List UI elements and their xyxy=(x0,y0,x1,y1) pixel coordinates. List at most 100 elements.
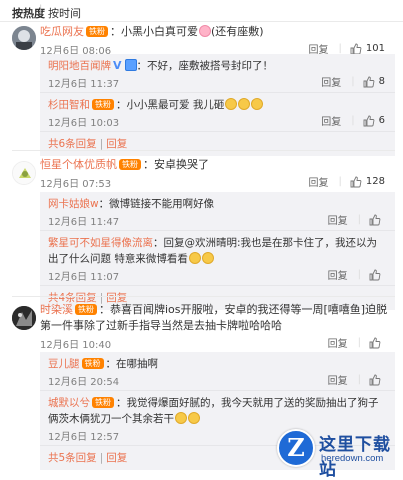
avatar[interactable] xyxy=(12,26,36,50)
thumbs-up-icon[interactable] xyxy=(369,269,381,281)
comment-suffix: (还有座敷) xyxy=(211,25,264,38)
reply-meta: 12月6日 10:03 回复 | 6 xyxy=(48,113,385,129)
comment-username[interactable]: 恒星个体优质帆 xyxy=(40,158,117,171)
reply-button[interactable]: 回复 xyxy=(328,372,348,387)
more-replies: 共6条回复 | 回复 xyxy=(48,138,128,150)
reply-username[interactable]: 豆儿腿 xyxy=(48,358,80,370)
more-reply-button[interactable]: 回复 xyxy=(106,138,127,150)
thumbs-up-icon[interactable] xyxy=(369,374,381,386)
like-count: 128 xyxy=(365,176,385,187)
like-count: 6 xyxy=(378,115,385,126)
comment-text: 吃瓜网友 铁粉 ：小黑小白真可爱 (还有座敷) xyxy=(40,24,395,40)
reply-item: 繁星可不如星得像流离：回复@欢洲晴明:我也是在那卡住了，我还以为出了什么问题 特… xyxy=(40,231,395,286)
reply-time: 12月6日 11:47 xyxy=(48,217,120,228)
reply-username[interactable]: 明阳地百闻牌 xyxy=(48,60,111,72)
comment-item: 吃瓜网友 铁粉 ：小黑小白真可爱 (还有座敷) 12月6日 08:06 回复 | 10… xyxy=(0,22,403,156)
reply-button[interactable]: 回复 xyxy=(321,74,341,89)
reply-username[interactable]: 杉田智和 xyxy=(48,99,90,111)
comment-text: 时染溪 铁粉 ：恭喜百闻牌ios开服啦，安卓的我还得等一周[嘻嘻鱼]迫脱第一件事除了… xyxy=(40,302,395,334)
comment-divider xyxy=(12,150,395,151)
thumbs-up-icon[interactable] xyxy=(350,43,362,55)
reply-text: 繁星可不如星得像流离：回复@欢洲晴明:我也是在那卡住了，我还以为出了什么问题 特… xyxy=(48,235,387,267)
reply-meta: 12月6日 11:07 回复 | xyxy=(48,267,387,283)
reply-text: 杉田智和 铁粉 ：小小黑最可爱 我儿砸 xyxy=(48,97,387,113)
verified-v-icon: V xyxy=(113,59,122,72)
watermark-logo-icon: Z xyxy=(277,429,315,467)
comment-divider xyxy=(12,296,395,297)
more-replies-link[interactable]: 共6条回复 xyxy=(48,138,97,150)
thumbs-up-icon[interactable] xyxy=(369,337,381,349)
reply-item: 杉田智和 铁粉 ：小小黑最可爱 我儿砸 12月6日 10:03 回复 | 6 xyxy=(40,93,395,132)
like-count: 8 xyxy=(378,76,385,87)
comment-meta: 12月6日 07:53 回复 | 128 xyxy=(40,174,385,190)
reply-username[interactable]: 网卡姑娘w xyxy=(48,198,99,210)
fan-badge: 铁粉 xyxy=(81,358,104,369)
reply-item: 网卡姑娘w：微博链接不能用啊好像 12月6日 11:47 回复 | xyxy=(40,192,395,231)
reply-button[interactable]: 回复 xyxy=(309,174,329,189)
comment-meta: 12月6日 10:40 回复 | xyxy=(40,335,395,351)
fan-badge: 铁粉 xyxy=(92,397,114,408)
reply-meta: 12月6日 20:54 回复 | xyxy=(48,372,387,388)
reply-list: 明阳地百闻牌 V ：不好，座敷被搭号封印了！ 12月6日 11:37 回复 | 8 … xyxy=(40,54,395,156)
comment-content: ：小黑小白真可爱 xyxy=(110,25,198,38)
comment-username[interactable]: 吃瓜网友 xyxy=(40,25,84,38)
reply-time: 12月6日 11:37 xyxy=(48,79,120,90)
reply-content: ：在哪抽啊 xyxy=(105,358,159,370)
reply-button[interactable]: 回复 xyxy=(328,267,348,282)
site-watermark: Z 这里下载站 heredown.com xyxy=(273,425,403,480)
reply-item: 明阳地百闻牌 V ：不好，座敷被搭号封印了！ 12月6日 11:37 回复 | 8 xyxy=(40,54,395,93)
thumbs-up-icon[interactable] xyxy=(363,115,375,127)
emoji-icon xyxy=(238,98,251,110)
reply-username[interactable]: 繁星可不如星得像流离 xyxy=(48,237,153,249)
emoji-icon xyxy=(199,25,211,37)
reply-time: 12月6日 20:54 xyxy=(48,377,120,388)
fan-badge: 铁粉 xyxy=(86,26,108,37)
reply-content: ：不好，座敷被搭号封印了！ xyxy=(136,60,274,72)
emoji-icon xyxy=(225,98,238,110)
comment-time: 12月6日 07:53 xyxy=(40,179,112,190)
thumbs-up-icon[interactable] xyxy=(350,176,362,188)
reply-content: ：微博链接不能用啊好像 xyxy=(98,198,215,210)
comment-time: 12月6日 10:40 xyxy=(40,340,112,351)
reply-username[interactable]: 城默以兮 xyxy=(48,397,90,409)
comment-username[interactable]: 时染溪 xyxy=(40,303,73,316)
reply-time: 12月6日 10:03 xyxy=(48,118,120,129)
reply-item: 豆儿腿 铁粉 ：在哪抽啊 12月6日 20:54 回复 | xyxy=(40,352,395,391)
reply-content: ：小小黑最可爱 我儿砸 xyxy=(116,99,225,111)
reply-text: 网卡姑娘w：微博链接不能用啊好像 xyxy=(48,196,387,212)
more-reply-button[interactable]: 回复 xyxy=(106,452,127,464)
avatar[interactable] xyxy=(12,306,36,330)
thumbs-up-icon[interactable] xyxy=(369,214,381,226)
emoji-icon xyxy=(188,252,201,264)
reply-list: 网卡姑娘w：微博链接不能用啊好像 12月6日 11:47 回复 | 繁星可不如星… xyxy=(40,192,395,310)
comment-content: ：安卓换哭了 xyxy=(143,158,209,171)
emoji-icon xyxy=(201,252,214,264)
reply-meta: 12月6日 11:47 回复 | xyxy=(48,212,387,228)
reply-button[interactable]: 回复 xyxy=(321,113,341,128)
reply-button[interactable]: 回复 xyxy=(328,335,348,350)
more-replies-link[interactable]: 共5条回复 xyxy=(48,452,97,464)
sort-by-time-tab[interactable]: 按时间 xyxy=(48,5,81,21)
thumbs-up-icon[interactable] xyxy=(363,76,375,88)
reply-meta: 12月6日 11:37 回复 | 8 xyxy=(48,74,385,90)
reply-text: 豆儿腿 铁粉 ：在哪抽啊 xyxy=(48,356,387,372)
fan-badge: 铁粉 xyxy=(92,99,114,110)
sort-separator: | xyxy=(39,4,43,15)
watermark-url: heredown.com xyxy=(321,453,384,464)
reply-text: 明阳地百闻牌 V ：不好，座敷被搭号封印了！ xyxy=(48,58,387,74)
fan-badge: 铁粉 xyxy=(119,159,141,170)
avatar[interactable] xyxy=(12,161,36,185)
emoji-icon xyxy=(251,98,264,110)
reply-time: 12月6日 12:57 xyxy=(48,432,120,443)
like-count: 101 xyxy=(365,43,385,54)
comment-item: 恒星个体优质帆 铁粉 ：安卓换哭了 12月6日 07:53 回复 | 128 网卡姑… xyxy=(0,155,403,310)
reply-time: 12月6日 11:07 xyxy=(48,272,120,283)
emoji-icon xyxy=(124,59,137,71)
fan-badge: 铁粉 xyxy=(75,304,97,315)
sort-bar: 按热度 | 按时间 xyxy=(0,0,403,22)
reply-button[interactable]: 回复 xyxy=(328,212,348,227)
emoji-icon xyxy=(175,412,187,424)
emoji-icon xyxy=(188,412,200,424)
comment-text: 恒星个体优质帆 铁粉 ：安卓换哭了 xyxy=(40,157,395,173)
reply-text: 城默以兮 铁粉 ：我觉得爆面好腻的，我今天就用了送的奖励抽出了狗子俩茨木俩犹刀一个其… xyxy=(48,395,387,427)
